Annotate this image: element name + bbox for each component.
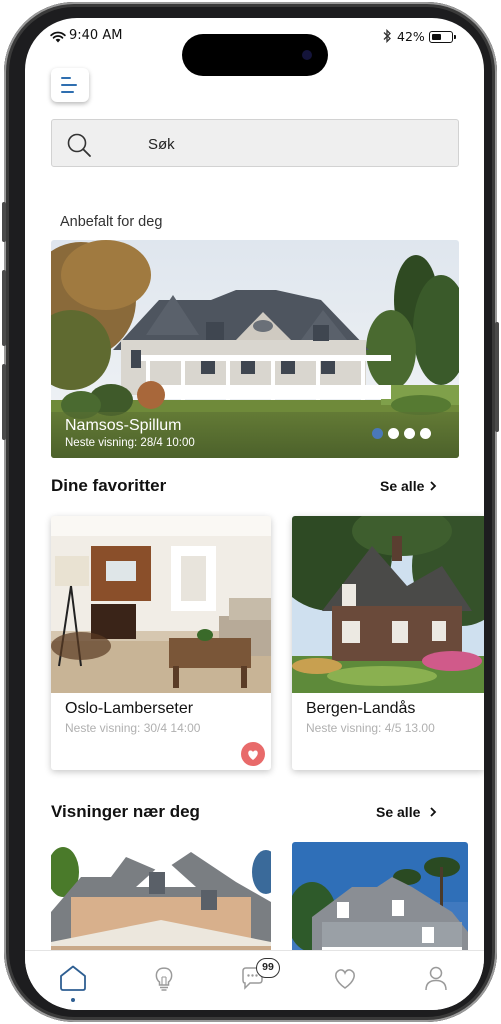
- tab-favorites[interactable]: [323, 959, 367, 1003]
- nearby-see-all-link[interactable]: Se alle: [376, 804, 438, 820]
- menu-button[interactable]: [51, 68, 89, 102]
- listing-next-viewing: Neste visning: 30/4 14:00: [65, 721, 201, 735]
- favorite-card[interactable]: Bergen-Landås Neste visning: 4/5 13.00: [292, 516, 484, 770]
- wifi-icon: [50, 31, 66, 43]
- heart-icon: [335, 969, 355, 989]
- search-bar[interactable]: [51, 119, 459, 167]
- volume-down-button: [2, 364, 6, 440]
- battery-icon: [429, 31, 456, 43]
- chevron-right-icon: [430, 807, 437, 817]
- listing-name: Oslo-Lamberseter: [65, 700, 194, 717]
- tab-tips[interactable]: [142, 959, 186, 1003]
- house-photo: [292, 842, 468, 962]
- house-photo: [51, 842, 271, 962]
- phone-frame: 9:40 AM 42% Søk Anbefalt for deg Namsos-…: [2, 2, 499, 1022]
- lightbulb-icon: [155, 967, 173, 991]
- unread-badge: 99: [256, 958, 280, 978]
- search-icon: [67, 133, 91, 157]
- status-time: 9:40 AM: [69, 28, 123, 43]
- carousel-dot[interactable]: [372, 428, 383, 439]
- carousel-dots: [372, 428, 431, 439]
- see-all-label: Se alle: [380, 478, 425, 494]
- tab-profile[interactable]: [414, 959, 458, 1003]
- featured-listing-card[interactable]: Namsos-Spillum Neste visning: 28/4 10:00: [51, 240, 459, 458]
- bluetooth-icon: [383, 29, 391, 43]
- see-all-label: Se alle: [376, 804, 421, 820]
- screen: 9:40 AM 42% Søk Anbefalt for deg Namsos-…: [25, 18, 484, 1010]
- nearby-listing-card[interactable]: [292, 842, 468, 962]
- nearby-listing-card[interactable]: [51, 842, 271, 962]
- dynamic-island: [182, 34, 328, 76]
- nearby-heading: Visninger nær deg: [51, 802, 200, 821]
- power-button: [495, 322, 499, 432]
- tab-bar: 99: [25, 950, 484, 1010]
- active-tab-indicator: [71, 998, 75, 1002]
- cottage-photo: [292, 516, 484, 693]
- interior-photo: [51, 516, 271, 693]
- battery-percent: 42%: [397, 29, 425, 44]
- carousel-dot[interactable]: [388, 428, 399, 439]
- favorites-heading: Dine favoritter: [51, 476, 167, 495]
- recommended-heading: Anbefalt for deg: [60, 214, 163, 230]
- home-icon: [60, 965, 86, 991]
- tab-home[interactable]: [51, 959, 95, 1003]
- tab-messages[interactable]: 99: [232, 958, 280, 1003]
- chevron-right-icon: [430, 481, 437, 491]
- listing-name: Bergen-Landås: [306, 700, 416, 717]
- camera-icon: [302, 50, 312, 60]
- user-icon: [425, 966, 447, 991]
- favorite-toggle-button[interactable]: [241, 742, 265, 766]
- listing-next-viewing: Neste visning: 4/5 13.00: [306, 721, 435, 735]
- favorites-see-all-link[interactable]: Se alle: [380, 478, 437, 494]
- carousel-dot[interactable]: [404, 428, 415, 439]
- carousel-dot[interactable]: [420, 428, 431, 439]
- heart-icon: [248, 750, 258, 760]
- silent-switch: [2, 202, 6, 242]
- featured-subtitle: Neste visning: 28/4 10:00: [65, 437, 195, 449]
- featured-title: Namsos-Spillum: [65, 417, 182, 434]
- status-bar: 9:40 AM 42%: [25, 18, 484, 76]
- search-input[interactable]: [148, 133, 428, 155]
- volume-up-button: [2, 270, 6, 346]
- favorite-card[interactable]: Oslo-Lamberseter Neste visning: 30/4 14:…: [51, 516, 271, 770]
